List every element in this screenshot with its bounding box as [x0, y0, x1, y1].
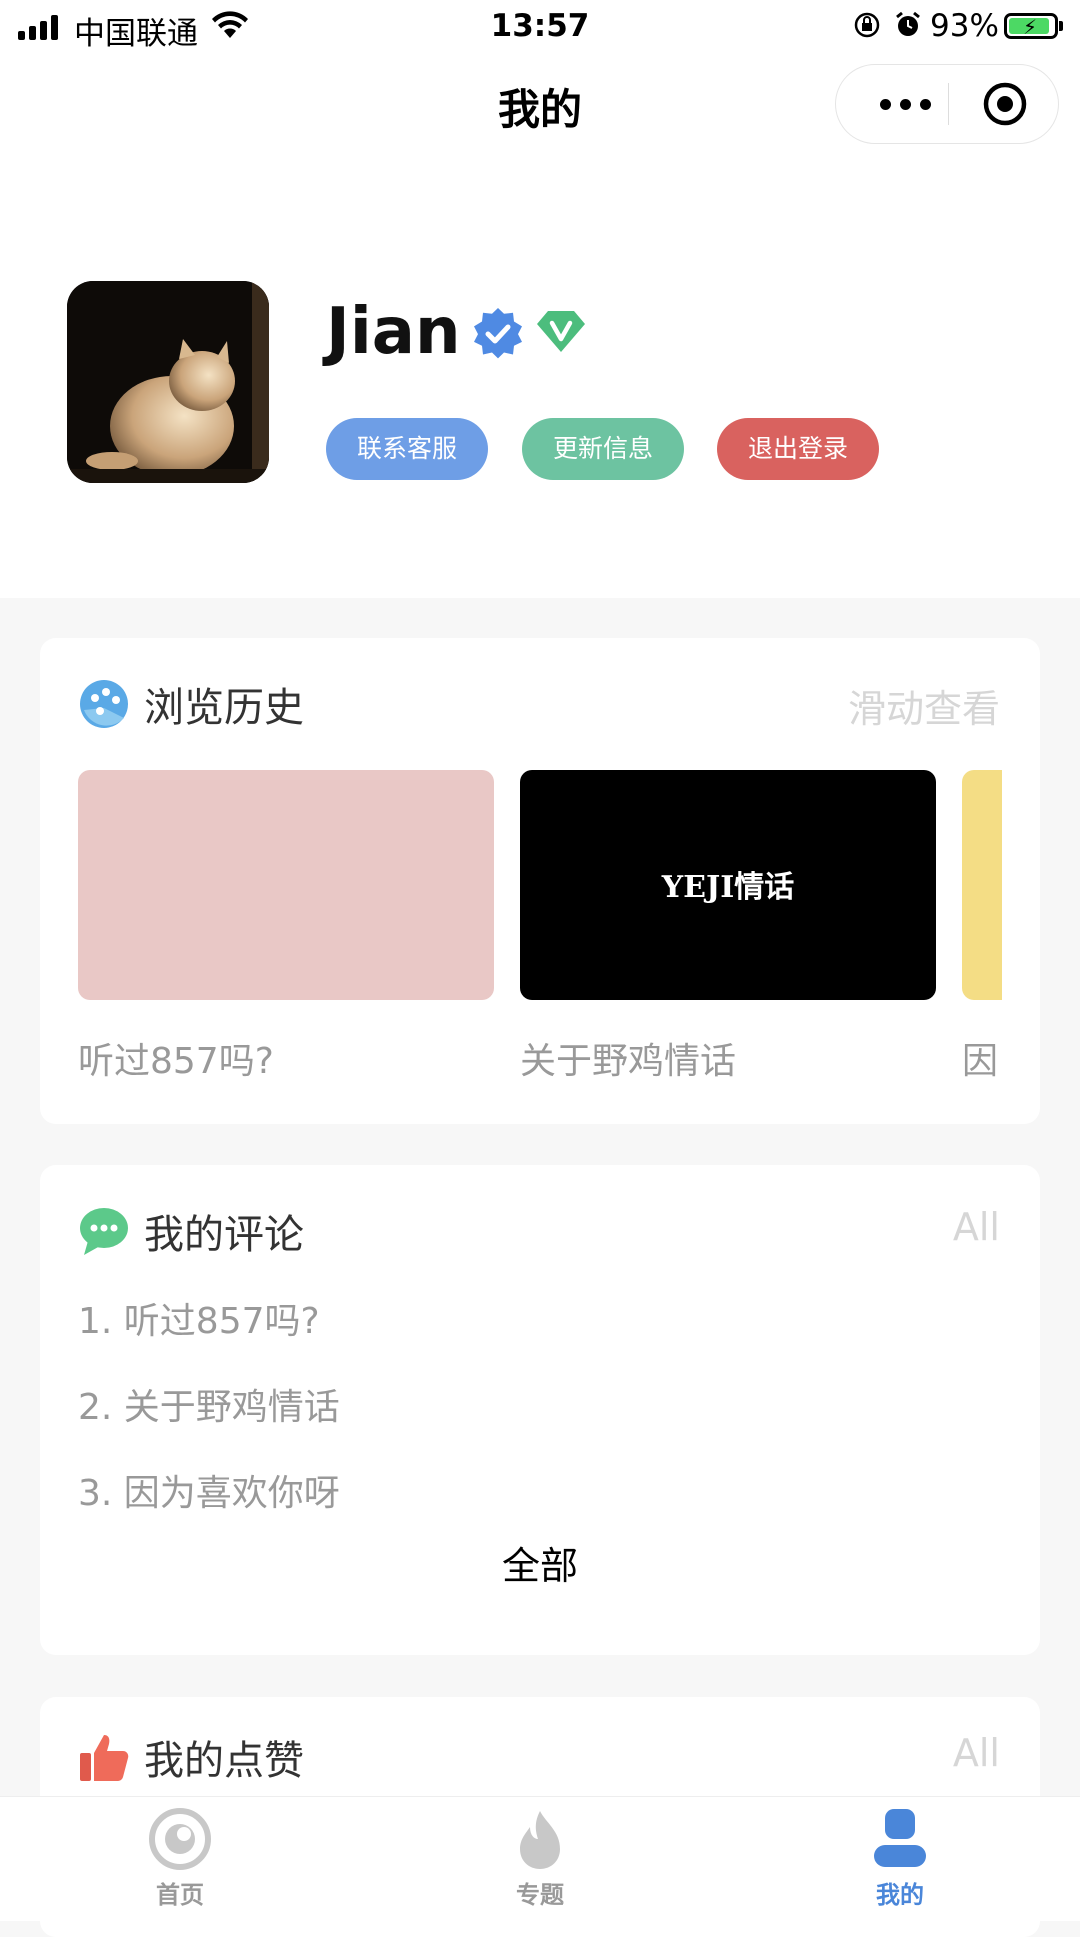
tab-topics[interactable]: 专题	[440, 1807, 640, 1910]
status-bar: 中国联通 13:57 93% ⚡	[0, 0, 1080, 56]
comment-item[interactable]: 1. 听过857吗?	[78, 1297, 340, 1383]
tab-home[interactable]: 首页	[80, 1807, 280, 1910]
update-info-button[interactable]: 更新信息	[522, 418, 684, 480]
tab-topics-label: 专题	[516, 1881, 564, 1909]
battery-tip	[1059, 21, 1063, 31]
contact-service-button[interactable]: 联系客服	[326, 418, 488, 480]
history-card: 浏览历史 滑动查看 听过857吗? YEJI情话 关于野鸡情话 因	[40, 638, 1040, 1124]
thumbnail-text: YEJI情话	[661, 870, 795, 905]
history-thumbnail	[962, 770, 1002, 1000]
tab-bar: 首页 专题 我的	[0, 1796, 1080, 1921]
logout-button[interactable]: 退出登录	[717, 418, 879, 480]
thumbs-up-icon	[80, 1735, 129, 1781]
comments-list: 1. 听过857吗? 2. 关于野鸡情话 3. 因为喜欢你呀	[78, 1297, 340, 1555]
history-header: 浏览历史	[78, 674, 304, 734]
history-item[interactable]: YEJI情话 关于野鸡情话	[520, 770, 936, 1084]
likes-all-link[interactable]: All	[953, 1731, 1000, 1775]
mini-program-capsule	[835, 64, 1059, 144]
comments-all-button[interactable]: 全部	[40, 1535, 1040, 1590]
username: Jian	[326, 295, 461, 369]
rotation-lock-icon	[854, 12, 880, 38]
history-item[interactable]: 听过857吗?	[78, 770, 494, 1084]
history-item[interactable]: 因	[962, 770, 1002, 1084]
history-scroller[interactable]: 听过857吗? YEJI情话 关于野鸡情话 因	[78, 770, 1002, 1110]
history-caption: 听过857吗?	[78, 1041, 274, 1082]
comments-header: 我的评论	[78, 1201, 304, 1261]
comment-item[interactable]: 2. 关于野鸡情话	[78, 1383, 340, 1469]
more-options-icon[interactable]	[868, 65, 942, 143]
close-target-icon[interactable]	[982, 81, 1028, 127]
tab-home-label: 首页	[156, 1881, 204, 1909]
history-thumbnail	[78, 770, 494, 1000]
likes-header: 我的点赞	[78, 1727, 304, 1787]
verified-badge-icon	[474, 307, 522, 359]
likes-title: 我的点赞	[144, 1738, 304, 1784]
comments-all-link[interactable]: All	[953, 1205, 1000, 1249]
comments-card: 我的评论 All 1. 听过857吗? 2. 关于野鸡情话 3. 因为喜欢你呀 …	[40, 1165, 1040, 1655]
battery-icon: ⚡	[1004, 13, 1058, 39]
avatar[interactable]	[67, 281, 269, 483]
history-caption: 因	[962, 1041, 999, 1082]
battery-percent: 93%	[930, 8, 999, 44]
history-scroll-hint: 滑动查看	[847, 687, 1000, 731]
tab-mine[interactable]: 我的	[800, 1807, 1000, 1910]
palette-icon	[80, 680, 128, 728]
tab-mine-label: 我的	[876, 1881, 924, 1909]
vip-badge-icon	[537, 311, 585, 352]
capsule-divider	[948, 83, 949, 125]
user-icon	[874, 1809, 926, 1867]
history-caption: 关于野鸡情话	[520, 1041, 737, 1082]
chat-bubble-icon	[80, 1208, 128, 1255]
history-thumbnail: YEJI情话	[520, 770, 936, 1000]
history-title: 浏览历史	[144, 685, 304, 731]
alarm-icon	[896, 11, 920, 36]
comments-title: 我的评论	[144, 1212, 304, 1258]
eye-icon	[149, 1808, 211, 1870]
flame-icon	[520, 1811, 560, 1869]
